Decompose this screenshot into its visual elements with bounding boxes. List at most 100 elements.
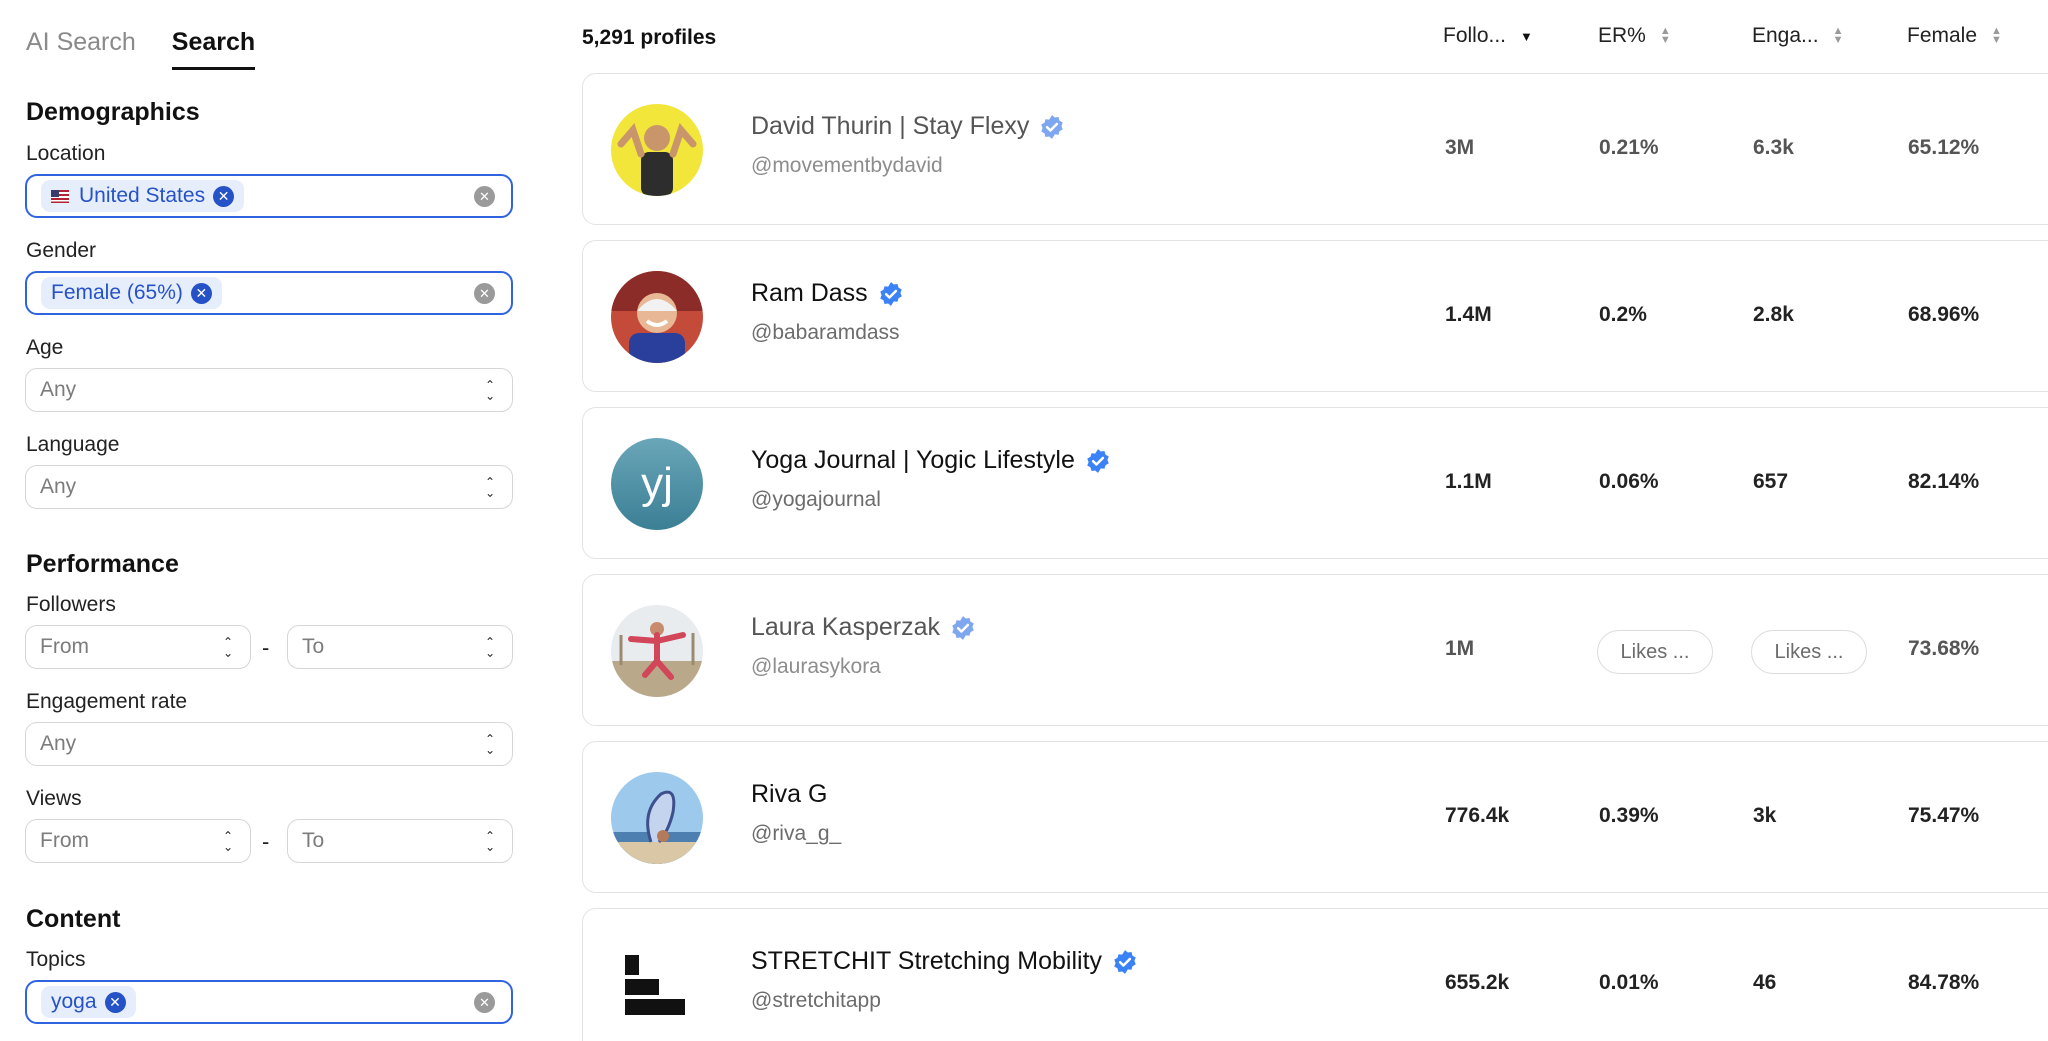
gender-chip-label: Female (65%) [51, 281, 183, 304]
avatar [611, 104, 703, 196]
followers-value: 776.4k [1445, 804, 1510, 827]
location-field[interactable]: United States ✕ ✕ [25, 174, 513, 218]
tab-search[interactable]: Search [171, 28, 256, 70]
profile-handle: @riva_g_ [751, 822, 842, 845]
chevron-updown-icon: ⌃ ⌃ [484, 829, 496, 853]
profile-row[interactable]: Laura Kasperzak @laurasykora 1M Likes ..… [582, 574, 2048, 726]
column-female[interactable]: Female ▲ ▼ [1907, 24, 2002, 48]
profile-name-line: Yoga Journal | Yogic Lifestyle [751, 446, 1111, 475]
followers-value: 655.2k [1445, 971, 1510, 994]
clear-location-icon[interactable]: ✕ [474, 186, 495, 207]
gender-field[interactable]: Female (65%) ✕ ✕ [25, 271, 513, 315]
results-count: 5,291 profiles [582, 26, 717, 49]
section-content: Content [26, 905, 121, 933]
topic-chip: yoga ✕ [41, 986, 136, 1018]
avatar [611, 605, 703, 697]
verified-badge-icon [952, 615, 974, 640]
engagement-value: 6.3k [1753, 136, 1794, 159]
yoga-journal-logo-text: yj [641, 459, 673, 508]
search-tabs: AI Search Search [26, 28, 256, 70]
tab-ai-search[interactable]: AI Search [26, 28, 136, 70]
engagement-value: 46 [1753, 971, 1777, 994]
profile-name[interactable]: David Thurin | Stay Flexy [751, 112, 1029, 141]
language-select[interactable]: Any ⌃ ⌃ [25, 465, 513, 509]
profile-row[interactable]: David Thurin | Stay Flexy @movementbydav… [582, 73, 2048, 225]
topics-field[interactable]: yoga ✕ ✕ [25, 980, 513, 1024]
remove-chip-icon[interactable]: ✕ [213, 185, 235, 207]
profile-row[interactable]: STRETCHIT Stretching Mobility @stretchit… [582, 908, 2048, 1041]
column-engagement-label: Enga... [1752, 24, 1819, 47]
profile-name[interactable]: Ram Dass [751, 279, 868, 308]
profile-name-line: David Thurin | Stay Flexy [751, 112, 1065, 141]
column-followers[interactable]: Follo... ▼ [1443, 24, 1533, 48]
column-er[interactable]: ER% ▲ ▼ [1598, 24, 1671, 48]
sort-icon: ▲ ▼ [1659, 25, 1671, 46]
views-label: Views [26, 787, 82, 810]
age-select[interactable]: Any ⌃ ⌃ [25, 368, 513, 412]
column-engagement[interactable]: Enga... ▲ ▼ [1752, 24, 1843, 48]
er-value: 0.01% [1599, 971, 1659, 994]
chevron-updown-icon: ⌃ ⌃ [222, 829, 234, 853]
range-separator: - [262, 829, 270, 854]
profile-row[interactable]: Ram Dass @babaramdass 1.4M 0.2% 2.8k 68.… [582, 240, 2048, 392]
avatar [611, 772, 703, 864]
verified-badge-icon [1087, 448, 1109, 473]
followers-label: Followers [26, 593, 116, 616]
female-value: 73.68% [1908, 637, 1980, 660]
views-from-select[interactable]: From ⌃ ⌃ [25, 819, 251, 863]
topic-chip-label: yoga [51, 990, 97, 1013]
er-value: 0.39% [1599, 804, 1659, 827]
engagement-likes-pill[interactable]: Likes ... [1751, 630, 1867, 674]
er-likes-pill[interactable]: Likes ... [1597, 630, 1713, 674]
engagement-rate-select[interactable]: Any ⌃ ⌃ [25, 722, 513, 766]
views-to-select[interactable]: To ⌃ ⌃ [287, 819, 513, 863]
avatar [611, 939, 703, 1031]
profile-handle: @yogajournal [751, 488, 881, 511]
chevron-updown-icon: ⌃ ⌃ [484, 732, 496, 756]
language-value: Any [40, 475, 77, 498]
location-chip: United States ✕ [41, 180, 245, 212]
profile-handle: @laurasykora [751, 655, 881, 678]
location-chip-label: United States [79, 184, 206, 207]
profile-handle: @movementbydavid [751, 154, 943, 177]
followers-value: 1M [1445, 637, 1475, 660]
profile-name[interactable]: Yoga Journal | Yogic Lifestyle [751, 446, 1075, 475]
gender-chip: Female (65%) ✕ [41, 277, 222, 309]
er-value: 0.21% [1599, 136, 1659, 159]
location-label: Location [26, 142, 106, 165]
views-to-value: To [302, 829, 325, 852]
remove-chip-icon[interactable]: ✕ [104, 991, 126, 1013]
column-followers-label: Follo... [1443, 24, 1507, 47]
profile-name[interactable]: STRETCHIT Stretching Mobility [751, 947, 1102, 976]
topics-label: Topics [26, 948, 86, 971]
followers-value: 1.4M [1445, 303, 1492, 326]
range-separator: - [262, 635, 270, 660]
sort-icon: ▲ ▼ [1991, 25, 2002, 46]
section-performance: Performance [26, 550, 179, 578]
us-flag-icon [51, 189, 69, 203]
profile-name-line: Laura Kasperzak [751, 613, 976, 642]
profile-name[interactable]: Laura Kasperzak [751, 613, 940, 642]
female-value: 65.12% [1908, 136, 1980, 159]
female-value: 84.78% [1908, 971, 1980, 994]
profile-name-line: Riva G [751, 780, 827, 809]
views-from-value: From [40, 829, 89, 852]
profile-row[interactable]: yj Yoga Journal | Yogic Lifestyle @yogaj… [582, 407, 2048, 559]
followers-from-select[interactable]: From ⌃ ⌃ [25, 625, 251, 669]
engagement-rate-value: Any [40, 732, 77, 755]
clear-topics-icon[interactable]: ✕ [474, 992, 495, 1013]
clear-gender-icon[interactable]: ✕ [474, 283, 495, 304]
gender-label: Gender [26, 239, 97, 262]
followers-value: 1.1M [1445, 470, 1492, 493]
language-label: Language [26, 433, 120, 456]
followers-to-select[interactable]: To ⌃ ⌃ [287, 625, 513, 669]
chevron-updown-icon: ⌃ ⌃ [484, 378, 496, 402]
profile-handle: @stretchitapp [751, 989, 881, 1012]
followers-value: 3M [1445, 136, 1475, 159]
profile-name[interactable]: Riva G [751, 780, 827, 809]
profile-row[interactable]: Riva G @riva_g_ 776.4k 0.39% 3k 75.47% [582, 741, 2048, 893]
remove-chip-icon[interactable]: ✕ [190, 282, 212, 304]
profile-name-line: STRETCHIT Stretching Mobility [751, 947, 1138, 976]
er-value: 0.06% [1599, 470, 1659, 493]
age-value: Any [40, 378, 77, 401]
